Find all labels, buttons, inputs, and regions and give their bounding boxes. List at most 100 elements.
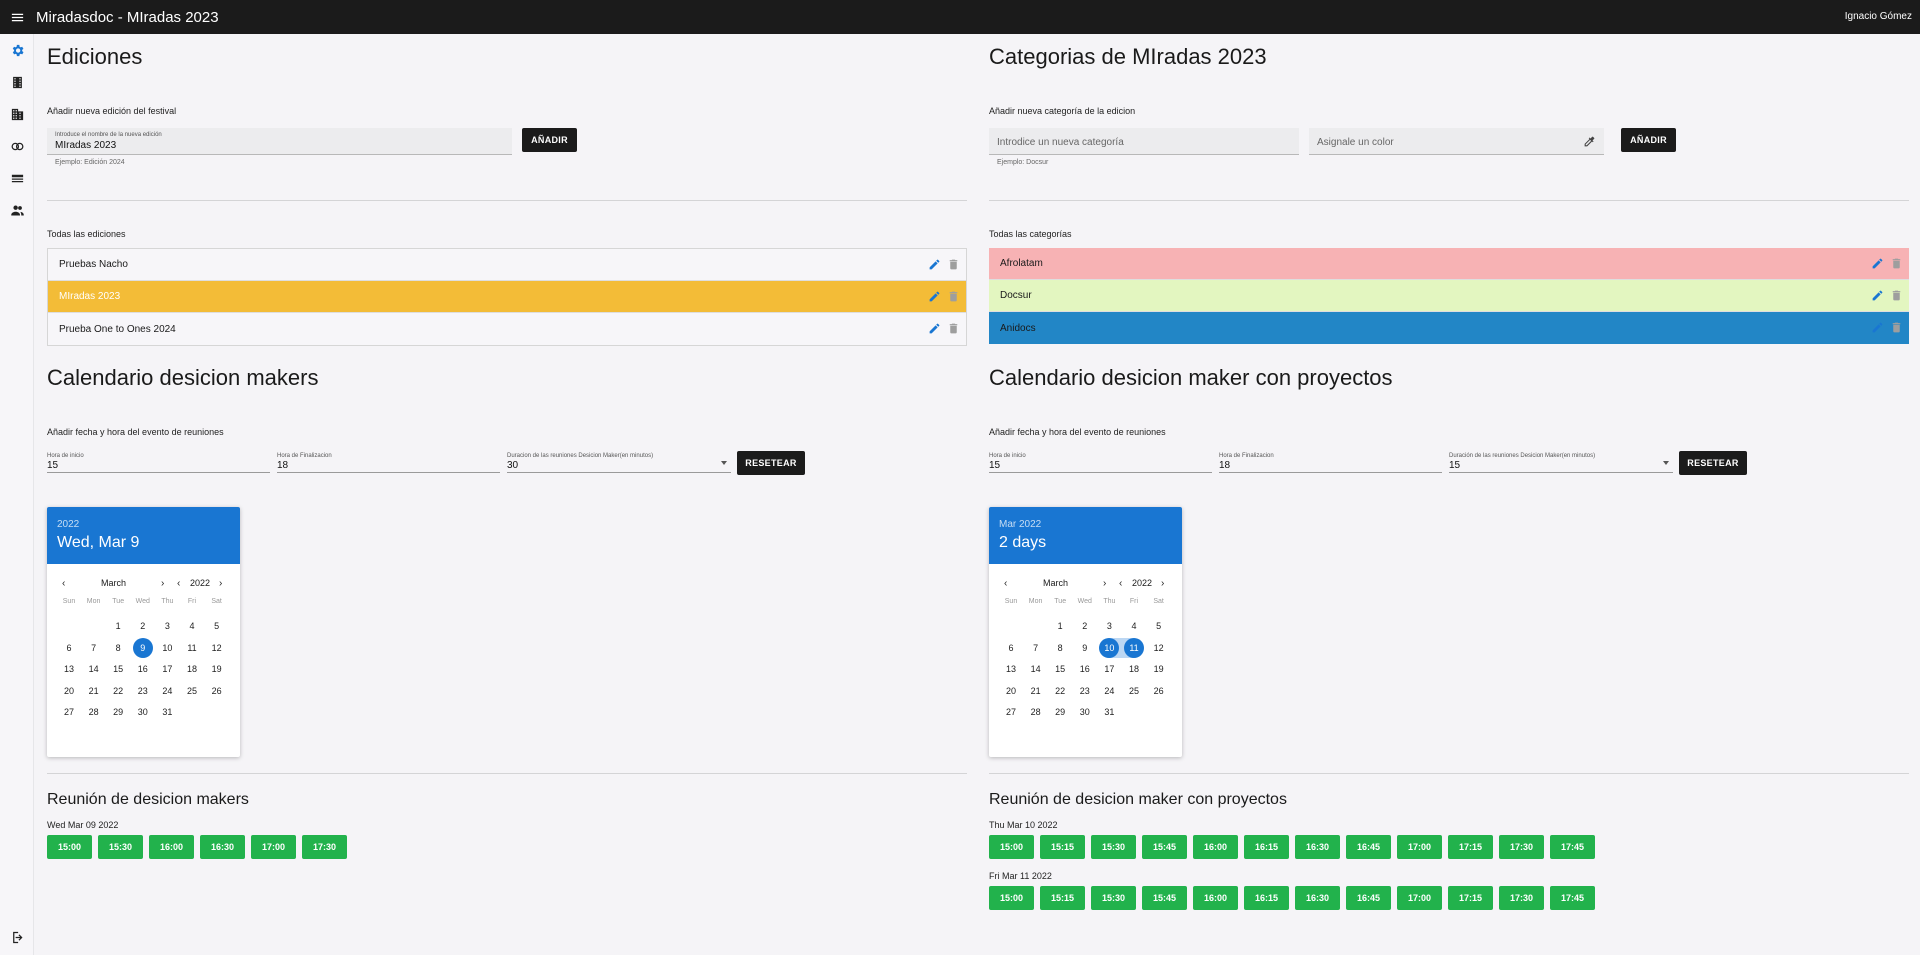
calendar-day[interactable]: 3 <box>1099 616 1119 636</box>
calendar-year[interactable]: 2022 <box>190 578 210 588</box>
time-slot-button[interactable]: 15:00 <box>989 886 1034 910</box>
calendar-day[interactable]: 29 <box>108 702 128 722</box>
time-slot-button[interactable]: 15:45 <box>1142 886 1187 910</box>
calendar-day[interactable]: 25 <box>182 681 202 701</box>
calendar-day[interactable]: 22 <box>1050 681 1070 701</box>
list-item[interactable]: Prueba One to Ones 2024 <box>48 313 966 345</box>
calendar[interactable]: 2022 Wed, Mar 9 ‹ March › ‹ 2022 › Sun Mon Tue Wed T… <box>47 507 240 757</box>
list-item[interactable]: MIradas 2023 <box>48 281 966 313</box>
time-slot-button[interactable]: 17:45 <box>1550 835 1595 859</box>
time-slot-button[interactable]: 16:15 <box>1244 886 1289 910</box>
edit-icon[interactable] <box>928 258 941 271</box>
calendar-day[interactable]: 12 <box>207 638 227 658</box>
calendar-day[interactable]: 10 <box>1099 637 1120 658</box>
time-slot-button[interactable]: 15:15 <box>1040 835 1085 859</box>
edit-icon[interactable] <box>1871 289 1884 302</box>
time-slot-button[interactable]: 16:00 <box>149 835 194 859</box>
calendar-day[interactable]: 11 <box>182 638 202 658</box>
time-slot-button[interactable]: 16:15 <box>1244 835 1289 859</box>
calendar-day[interactable]: 6 <box>59 638 79 658</box>
chevron-right-icon[interactable]: › <box>161 578 164 589</box>
calendar-day[interactable]: 4 <box>1124 616 1144 636</box>
user-name[interactable]: Ignacio Gómez <box>1845 0 1912 34</box>
edit-icon[interactable] <box>1871 321 1884 334</box>
calendar-day[interactable]: 23 <box>133 681 153 701</box>
start-hour-field[interactable]: Hora de inicio 15 <box>989 453 1212 473</box>
calendar-day[interactable]: 1 <box>1050 616 1070 636</box>
calendar-day[interactable]: 31 <box>157 702 177 722</box>
calendar-header-year[interactable]: 2022 <box>57 519 230 530</box>
calendar-header-year[interactable]: Mar 2022 <box>999 519 1172 530</box>
time-slot-button[interactable]: 15:30 <box>1091 886 1136 910</box>
time-slot-button[interactable]: 15:15 <box>1040 886 1085 910</box>
calendar-day[interactable]: 16 <box>133 659 153 679</box>
time-slot-button[interactable]: 15:30 <box>1091 835 1136 859</box>
calendar-day[interactable]: 27 <box>1001 702 1021 722</box>
time-slot-button[interactable]: 17:15 <box>1448 886 1493 910</box>
calendar-day[interactable]: 8 <box>108 638 128 658</box>
delete-icon[interactable] <box>1890 257 1903 270</box>
calendar-day[interactable]: 21 <box>1026 681 1046 701</box>
chevron-right-icon[interactable]: › <box>1103 578 1106 589</box>
delete-icon[interactable] <box>1890 289 1903 302</box>
calendar-day[interactable]: 27 <box>59 702 79 722</box>
delete-icon[interactable] <box>947 290 960 303</box>
time-slot-button[interactable]: 17:45 <box>1550 886 1595 910</box>
calendar-month[interactable]: March <box>1043 578 1068 588</box>
category-color-field[interactable]: Asignale un color <box>1309 128 1604 155</box>
film-icon[interactable] <box>0 66 34 98</box>
chevron-right-icon[interactable]: › <box>1161 578 1164 589</box>
calendar-day[interactable]: 7 <box>1026 638 1046 658</box>
reset-button[interactable]: RESETEAR <box>737 451 805 475</box>
time-slot-button[interactable]: 16:00 <box>1193 886 1238 910</box>
time-slot-button[interactable]: 17:30 <box>302 835 347 859</box>
time-slot-button[interactable]: 16:30 <box>200 835 245 859</box>
calendar-day[interactable]: 11 <box>1124 637 1144 658</box>
time-slot-button[interactable]: 16:30 <box>1295 835 1340 859</box>
edit-icon[interactable] <box>928 322 941 335</box>
delete-icon[interactable] <box>947 258 960 271</box>
calendar-day[interactable]: 5 <box>207 616 227 636</box>
calendar-day[interactable]: 30 <box>133 702 153 722</box>
category-name-field[interactable]: Introdice un nueva categoría <box>989 128 1299 155</box>
time-slot-button[interactable]: 17:30 <box>1499 835 1544 859</box>
calendar-day[interactable]: 19 <box>1149 659 1169 679</box>
chevron-left-icon[interactable]: ‹ <box>1004 578 1007 589</box>
calendar-day[interactable]: 17 <box>157 659 177 679</box>
add-category-button[interactable]: AÑADIR <box>1621 128 1676 152</box>
eyedropper-icon[interactable] <box>1583 135 1596 148</box>
people-icon[interactable] <box>0 194 34 226</box>
building-icon[interactable] <box>0 98 34 130</box>
calendar-day[interactable]: 20 <box>1001 681 1021 701</box>
chevron-right-icon[interactable]: › <box>219 578 222 589</box>
list-item[interactable]: Anidocs <box>989 312 1909 344</box>
calendar-day[interactable]: 23 <box>1075 681 1095 701</box>
gear-icon[interactable] <box>0 34 34 66</box>
edit-icon[interactable] <box>1871 257 1884 270</box>
end-hour-field[interactable]: Hora de Finalizacion 18 <box>277 453 500 473</box>
calendar-day[interactable]: 13 <box>1001 659 1021 679</box>
calendar-day[interactable]: 15 <box>1050 659 1070 679</box>
calendar-day[interactable]: 26 <box>207 681 227 701</box>
calendar-day[interactable]: 24 <box>157 681 177 701</box>
end-hour-field[interactable]: Hora de Finalizacion 18 <box>1219 453 1442 473</box>
calendar-day[interactable]: 3 <box>157 616 177 636</box>
reset-button[interactable]: RESETEAR <box>1679 451 1747 475</box>
time-slot-button[interactable]: 15:00 <box>989 835 1034 859</box>
time-slot-button[interactable]: 17:00 <box>1397 835 1442 859</box>
list-item[interactable]: Afrolatam <box>989 248 1909 280</box>
calendar-day[interactable]: 13 <box>59 659 79 679</box>
calendar-day[interactable]: 31 <box>1099 702 1119 722</box>
duration-select[interactable]: Duracion de las reuniones Desicion Maker… <box>507 453 731 473</box>
time-slot-button[interactable]: 17:00 <box>1397 886 1442 910</box>
menu-icon[interactable] <box>0 0 34 34</box>
calendar-day[interactable]: 30 <box>1075 702 1095 722</box>
time-slot-button[interactable]: 17:00 <box>251 835 296 859</box>
circles-icon[interactable] <box>0 130 34 162</box>
calendar-year[interactable]: 2022 <box>1132 578 1152 588</box>
duration-select[interactable]: Duración de las reuniones Desicion Maker… <box>1449 453 1673 473</box>
add-edition-button[interactable]: AÑADIR <box>522 128 577 152</box>
calendar-day[interactable]: 26 <box>1149 681 1169 701</box>
calendar-day[interactable]: 12 <box>1149 638 1169 658</box>
calendar-day[interactable]: 19 <box>207 659 227 679</box>
